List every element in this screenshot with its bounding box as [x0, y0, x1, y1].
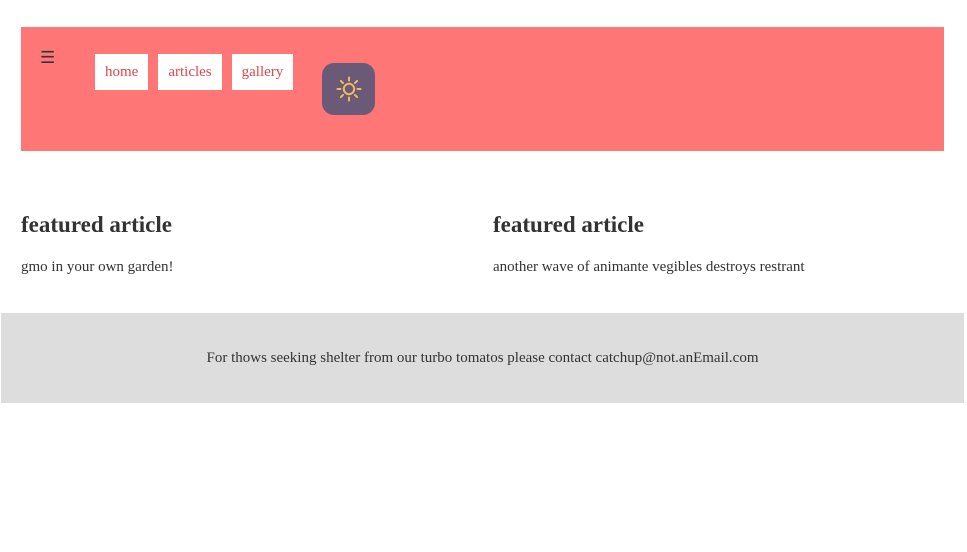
- nav-link-gallery[interactable]: gallery: [231, 54, 294, 90]
- featured-article-card: featured article gmo in your own garden!: [21, 208, 461, 277]
- theme-toggle-button[interactable]: [322, 63, 375, 115]
- article-summary: another wave of animante vegibles destro…: [493, 259, 805, 275]
- footer-contact-text: For thows seeking shelter from our turbo…: [206, 349, 759, 366]
- nav-link-home[interactable]: home: [95, 54, 149, 90]
- featured-article-card: featured article another wave of animant…: [493, 208, 933, 277]
- hamburger-menu-icon[interactable]: ☰: [40, 48, 55, 68]
- site-header: ☰ home articles gallery: [21, 27, 944, 151]
- article-title: featured article: [21, 212, 172, 237]
- article-title: featured article: [493, 212, 644, 237]
- main-nav: home articles gallery: [95, 54, 294, 90]
- sun-icon: [336, 76, 361, 102]
- nav-link-articles[interactable]: articles: [158, 54, 222, 90]
- article-summary: gmo in your own garden!: [21, 259, 174, 275]
- site-footer: For thows seeking shelter from our turbo…: [1, 313, 964, 403]
